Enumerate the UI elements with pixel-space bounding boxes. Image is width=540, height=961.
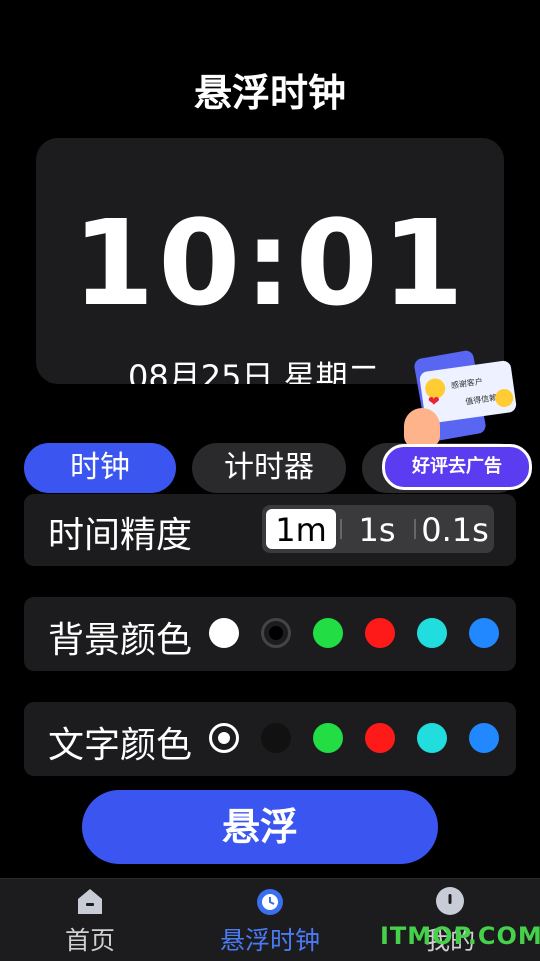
text-color-row: 文字颜色 (24, 702, 516, 776)
precision-label: 时间精度 (48, 515, 193, 556)
review-card-line1: 感谢客户 (450, 376, 484, 391)
nav-item-float-clock[interactable]: 悬浮时钟 (180, 879, 360, 961)
remove-ads-promo[interactable]: 感谢客户 值得信赖 ❤ 好评去广告 (382, 349, 534, 490)
love-emoji-icon (494, 387, 515, 409)
text-swatch-black[interactable] (261, 723, 291, 753)
watermark: ITMOP.COM (380, 922, 540, 950)
bg-swatch-blue[interactable] (469, 618, 499, 648)
text-swatch-white-selected[interactable] (209, 723, 239, 753)
bg-swatch-green[interactable] (313, 618, 343, 648)
divider (414, 519, 416, 539)
precision-segmented-control: 1m 1s 0.1s (262, 505, 494, 553)
home-icon (78, 889, 102, 914)
nav-label-float-clock: 悬浮时钟 (219, 926, 320, 955)
text-swatch-green[interactable] (313, 723, 343, 753)
clock-time: 10:01 (72, 194, 468, 332)
text-color-label: 文字颜色 (48, 725, 193, 766)
float-button[interactable]: 悬浮 (82, 790, 438, 864)
precision-option-1m[interactable]: 1m (266, 509, 336, 549)
text-swatch-red[interactable] (365, 723, 395, 753)
profile-icon (436, 887, 464, 915)
page-title: 悬浮时钟 (193, 71, 346, 115)
background-color-row: 背景颜色 (24, 597, 516, 671)
clock-preview-card: 10:01 08月25日 星期二 (36, 138, 504, 384)
thumbs-up-icon (404, 408, 440, 448)
bg-swatch-cyan[interactable] (417, 618, 447, 648)
nav-label-home: 首页 (64, 926, 115, 955)
remove-ads-button[interactable]: 好评去广告 (382, 444, 532, 490)
precision-option-0.1s[interactable]: 0.1s (418, 509, 492, 549)
bg-swatch-black-selected[interactable] (261, 618, 291, 648)
text-swatch-blue[interactable] (469, 723, 499, 753)
heart-icon: ❤ (428, 394, 440, 410)
precision-option-1s[interactable]: 1s (346, 509, 408, 549)
clock-date: 08月25日 星期二 (128, 358, 380, 384)
background-color-label: 背景颜色 (48, 620, 193, 661)
review-card-line2: 值得信赖 (464, 393, 498, 407)
precision-row: 时间精度 1m 1s 0.1s (24, 494, 516, 566)
divider (340, 519, 342, 539)
text-swatch-cyan[interactable] (417, 723, 447, 753)
tab-timer[interactable]: 计时器 (192, 443, 346, 493)
nav-item-home[interactable]: 首页 (0, 879, 180, 961)
bg-swatch-white[interactable] (209, 618, 239, 648)
clock-icon (257, 889, 283, 915)
tab-clock[interactable]: 时钟 (24, 443, 176, 493)
bg-swatch-red[interactable] (365, 618, 395, 648)
